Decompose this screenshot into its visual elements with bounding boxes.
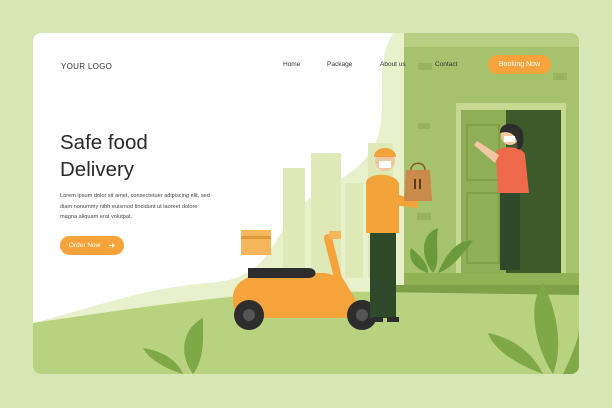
- food-bag: [404, 170, 432, 201]
- order-now-button[interactable]: Order Now ➜: [60, 236, 124, 255]
- hero-description-line: diam nonummy nibh euismod tincidunt ut l…: [60, 203, 198, 210]
- nav-home[interactable]: Home: [283, 61, 300, 68]
- landing-card: YOUR LOGO Home Package About us Contact …: [33, 33, 579, 374]
- delivery-box: [241, 230, 271, 255]
- booking-now-button[interactable]: Booking Now: [488, 55, 551, 74]
- hero-description-line: Lorem ipsum dolor sit amet, consectetuer…: [60, 193, 210, 199]
- nav-about-us[interactable]: About us: [380, 61, 406, 68]
- hero-description-line: magna aliquam erat volutpat.: [60, 214, 133, 220]
- brand-logo[interactable]: YOUR LOGO: [61, 62, 112, 71]
- arrow-right-icon: ➜: [108, 241, 116, 250]
- hero-title-line-2: Delivery: [60, 158, 135, 181]
- hero-title-line-1: Safe food: [60, 131, 148, 154]
- roof-trim: [404, 33, 579, 47]
- hero-description: Lorem ipsum dolor sit amet, consectetuer…: [60, 191, 220, 223]
- hero-title: Safe food Delivery: [60, 129, 148, 183]
- nav-contact[interactable]: Contact: [435, 61, 457, 68]
- order-now-label: Order Now: [68, 242, 101, 249]
- nav-package[interactable]: Package: [327, 61, 352, 68]
- step-top: [404, 273, 579, 285]
